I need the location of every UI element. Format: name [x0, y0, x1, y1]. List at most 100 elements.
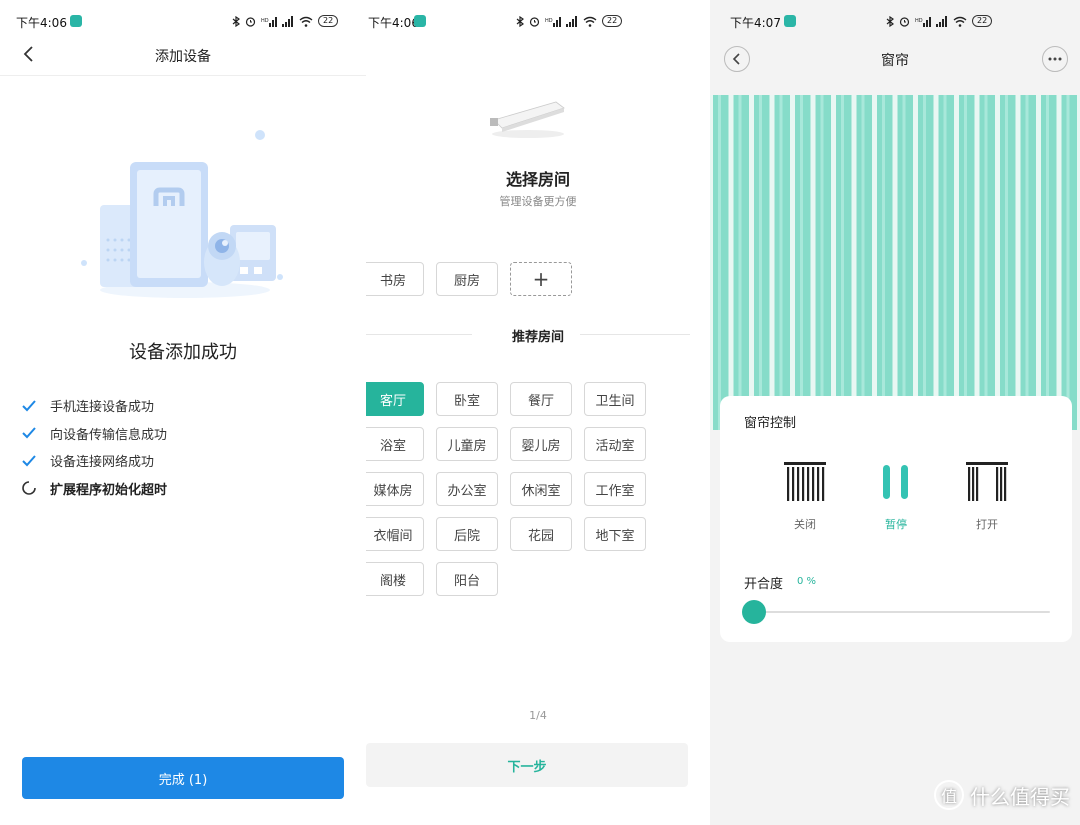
open-curtain-button[interactable]: 打开 [957, 462, 1017, 532]
status-bar: 下午4:06 HD 22 [0, 12, 366, 32]
battery-indicator: 22 [318, 15, 339, 27]
svg-text:HD: HD [915, 18, 923, 24]
mi-devices-illustration [81, 130, 283, 298]
curtain-open-icon [957, 462, 1017, 502]
page-indicator: 1/4 [529, 709, 547, 722]
status-bar: 下午4:07 HD 22 [710, 12, 1080, 32]
room-chip[interactable]: 婴儿房 [510, 427, 572, 461]
status-icons: HD 22 [886, 15, 993, 27]
status-time: 下午4:06 [368, 16, 419, 30]
battery-indicator: 22 [602, 15, 623, 27]
select-room-screen: 下午4:06 HD 22 选择房间 管理设备更方便 书房 厨房 + 推荐房间 客… [366, 0, 710, 825]
room-chip[interactable]: 工作室 [584, 472, 646, 506]
alarm-icon [899, 16, 910, 27]
step-extension-timeout: 扩展程序初始化超时 [20, 475, 167, 503]
alarm-icon [245, 16, 256, 27]
status-icons: HD 22 [232, 15, 339, 27]
room-chip[interactable]: 活动室 [584, 427, 646, 461]
open-label: 打开 [976, 518, 998, 531]
check-icon [20, 424, 38, 442]
page-title: 窗帘 [881, 53, 909, 69]
room-chip[interactable]: 花园 [510, 517, 572, 551]
nav-bar: 窗帘 [710, 42, 1080, 76]
svg-text:HD: HD [545, 18, 553, 24]
openness-slider-knob[interactable] [742, 600, 766, 624]
room-chip[interactable]: 后院 [436, 517, 498, 551]
status-time: 下午4:07 [730, 16, 781, 30]
room-chip[interactable]: 卫生间 [584, 382, 646, 416]
room-chip-kitchen[interactable]: 厨房 [436, 262, 498, 296]
check-icon [20, 397, 38, 415]
curtain-control-card: 窗帘控制 关闭 暂停 打开 开合度 0 % [720, 396, 1072, 642]
pause-label: 暂停 [885, 518, 907, 531]
openness-label: 开合度 [744, 577, 784, 592]
room-chip[interactable]: 阳台 [436, 562, 498, 596]
success-title: 设备添加成功 [129, 342, 237, 363]
room-chip[interactable]: 办公室 [436, 472, 498, 506]
watermark: 值 什么值得买 [934, 780, 1070, 810]
room-chip[interactable]: 卧室 [436, 382, 498, 416]
page-title: 添加设备 [155, 49, 211, 65]
room-chip[interactable]: 媒体房 [366, 472, 424, 506]
watermark-logo: 值 [934, 780, 964, 810]
watermark-text: 什么值得买 [970, 784, 1070, 809]
bluetooth-icon [886, 15, 894, 27]
add-device-screen: 下午4:06 HD 22 添加设备 设备添加成功 手机连接设备成功 向设备传输信… [0, 0, 366, 825]
loading-spinner-icon [20, 479, 38, 497]
close-label: 关闭 [794, 518, 816, 531]
room-chip[interactable]: 地下室 [584, 517, 646, 551]
app-notification-icon [70, 15, 82, 27]
setup-steps: 手机连接设备成功 向设备传输信息成功 设备连接网络成功 扩展程序初始化超时 [20, 392, 167, 502]
signal-icon [566, 15, 577, 27]
check-icon [20, 452, 38, 470]
pause-icon [866, 462, 926, 502]
step-phone-connected: 手机连接设备成功 [20, 392, 167, 420]
done-button[interactable]: 完成 (1) [22, 757, 344, 799]
curtain-control-screen: 下午4:07 HD 22 窗帘 窗帘控制 关闭 暂停 打开 开合度 0 % 值 … [710, 0, 1080, 825]
svg-text:HD: HD [261, 18, 269, 24]
add-room-button[interactable]: + [510, 262, 572, 296]
bluetooth-icon [232, 15, 240, 27]
wifi-icon [299, 16, 313, 27]
app-notification-icon [784, 15, 796, 27]
wifi-icon [953, 16, 967, 27]
room-chip-study[interactable]: 书房 [366, 262, 424, 296]
alarm-icon [529, 16, 540, 27]
next-button[interactable]: 下一步 [366, 743, 688, 787]
signal-hd-icon: HD [545, 16, 561, 27]
step-info-transferred: 向设备传输信息成功 [20, 420, 167, 448]
curtain-visual [710, 95, 1080, 430]
room-chip[interactable]: 餐厅 [510, 382, 572, 416]
step-label: 向设备传输信息成功 [50, 427, 168, 443]
bluetooth-icon [516, 15, 524, 27]
room-chip[interactable]: 客厅 [366, 382, 424, 416]
status-icons: HD 22 [516, 15, 623, 27]
room-chip[interactable]: 儿童房 [436, 427, 498, 461]
more-dots-icon [1048, 57, 1062, 61]
more-button[interactable] [1042, 46, 1068, 72]
recommended-rooms-label: 推荐房间 [511, 330, 564, 345]
room-chip[interactable]: 休闲室 [510, 472, 572, 506]
room-chip[interactable]: 阁楼 [366, 562, 424, 596]
curtain-motor-device-image [490, 101, 565, 138]
step-label: 扩展程序初始化超时 [50, 482, 168, 498]
battery-indicator: 22 [972, 15, 993, 27]
signal-icon [282, 15, 293, 27]
status-time: 下午4:06 [16, 16, 67, 30]
select-room-subtitle: 管理设备更方便 [499, 195, 577, 208]
curtain-closed-icon [775, 462, 835, 502]
app-notification-icon [414, 15, 426, 27]
wifi-icon [583, 16, 597, 27]
signal-icon [936, 15, 947, 27]
signal-hd-icon: HD [261, 16, 277, 27]
status-bar: 下午4:06 HD 22 [366, 12, 710, 32]
page: 下午4:06 HD 22 添加设备 设备添加成功 手机连接设备成功 向设备传输信… [0, 0, 1080, 825]
openness-slider-track[interactable] [754, 611, 1050, 613]
nav-bar: 添加设备 [0, 36, 366, 76]
room-chip[interactable]: 衣帽间 [366, 517, 424, 551]
pause-curtain-button[interactable]: 暂停 [866, 462, 926, 532]
signal-hd-icon: HD [915, 16, 931, 27]
close-curtain-button[interactable]: 关闭 [775, 462, 835, 532]
room-chip[interactable]: 浴室 [366, 427, 424, 461]
card-title: 窗帘控制 [744, 416, 797, 431]
